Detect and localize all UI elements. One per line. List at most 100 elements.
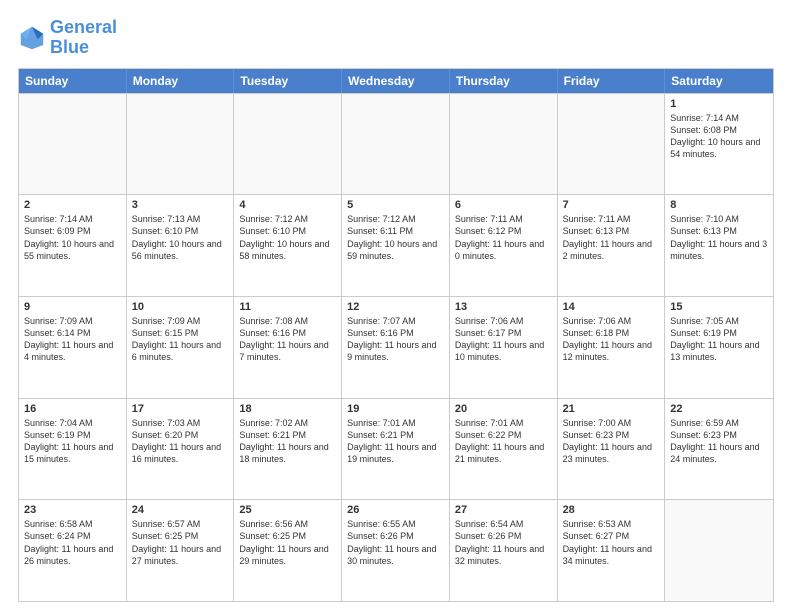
- day-number: 25: [239, 504, 336, 516]
- day-number: 21: [563, 403, 660, 415]
- calendar-cell: 17 Sunrise: 7:03 AMSunset: 6:20 PMDayligh…: [127, 399, 235, 500]
- day-number: 13: [455, 301, 552, 313]
- day-info: Sunrise: 6:53 AMSunset: 6:27 PMDaylight:…: [563, 518, 660, 567]
- calendar-cell: 22 Sunrise: 6:59 AMSunset: 6:23 PMDayligh…: [665, 399, 773, 500]
- day-info: Sunrise: 7:09 AMSunset: 6:14 PMDaylight:…: [24, 315, 121, 364]
- day-number: 28: [563, 504, 660, 516]
- calendar-header: SundayMondayTuesdayWednesdayThursdayFrid…: [19, 69, 773, 93]
- header: GeneralBlue: [18, 18, 774, 58]
- calendar-cell: 18 Sunrise: 7:02 AMSunset: 6:21 PMDayligh…: [234, 399, 342, 500]
- calendar-cell: 11 Sunrise: 7:08 AMSunset: 6:16 PMDayligh…: [234, 297, 342, 398]
- day-number: 15: [670, 301, 768, 313]
- day-number: 24: [132, 504, 229, 516]
- day-info: Sunrise: 7:10 AMSunset: 6:13 PMDaylight:…: [670, 213, 768, 262]
- day-info: Sunrise: 6:57 AMSunset: 6:25 PMDaylight:…: [132, 518, 229, 567]
- day-info: Sunrise: 7:05 AMSunset: 6:19 PMDaylight:…: [670, 315, 768, 364]
- weekday-header-wednesday: Wednesday: [342, 69, 450, 93]
- day-number: 12: [347, 301, 444, 313]
- day-number: 4: [239, 199, 336, 211]
- day-info: Sunrise: 7:03 AMSunset: 6:20 PMDaylight:…: [132, 417, 229, 466]
- day-info: Sunrise: 7:04 AMSunset: 6:19 PMDaylight:…: [24, 417, 121, 466]
- day-number: 6: [455, 199, 552, 211]
- calendar-cell: [127, 94, 235, 195]
- calendar-row-4: 23 Sunrise: 6:58 AMSunset: 6:24 PMDayligh…: [19, 499, 773, 601]
- calendar-cell: 3 Sunrise: 7:13 AMSunset: 6:10 PMDaylight…: [127, 195, 235, 296]
- weekday-header-monday: Monday: [127, 69, 235, 93]
- day-number: 20: [455, 403, 552, 415]
- day-number: 8: [670, 199, 768, 211]
- day-info: Sunrise: 7:01 AMSunset: 6:21 PMDaylight:…: [347, 417, 444, 466]
- day-number: 5: [347, 199, 444, 211]
- day-info: Sunrise: 7:13 AMSunset: 6:10 PMDaylight:…: [132, 213, 229, 262]
- weekday-header-thursday: Thursday: [450, 69, 558, 93]
- day-number: 27: [455, 504, 552, 516]
- calendar-cell: [665, 500, 773, 601]
- day-number: 7: [563, 199, 660, 211]
- calendar-cell: 5Sunrise: 7:12 AMSunset: 6:11 PMDaylight…: [342, 195, 450, 296]
- day-number: 23: [24, 504, 121, 516]
- day-info: Sunrise: 7:14 AMSunset: 6:09 PMDaylight:…: [24, 213, 121, 262]
- day-info: Sunrise: 7:11 AMSunset: 6:12 PMDaylight:…: [455, 213, 552, 262]
- calendar-cell: 14 Sunrise: 7:06 AMSunset: 6:18 PMDayligh…: [558, 297, 666, 398]
- day-info: Sunrise: 6:58 AMSunset: 6:24 PMDaylight:…: [24, 518, 121, 567]
- day-info: Sunrise: 7:14 AMSunset: 6:08 PMDaylight:…: [670, 112, 768, 161]
- day-number: 17: [132, 403, 229, 415]
- calendar-row-0: 1 Sunrise: 7:14 AMSunset: 6:08 PMDaylight…: [19, 93, 773, 195]
- weekday-header-tuesday: Tuesday: [234, 69, 342, 93]
- calendar-cell: 8 Sunrise: 7:10 AMSunset: 6:13 PMDaylight…: [665, 195, 773, 296]
- day-info: Sunrise: 6:55 AMSunset: 6:26 PMDaylight:…: [347, 518, 444, 567]
- calendar-cell: 7 Sunrise: 7:11 AMSunset: 6:13 PMDaylight…: [558, 195, 666, 296]
- logo: GeneralBlue: [18, 18, 117, 58]
- weekday-header-sunday: Sunday: [19, 69, 127, 93]
- calendar-row-3: 16 Sunrise: 7:04 AMSunset: 6:19 PMDayligh…: [19, 398, 773, 500]
- calendar-row-2: 9 Sunrise: 7:09 AMSunset: 6:14 PMDaylight…: [19, 296, 773, 398]
- calendar-row-1: 2 Sunrise: 7:14 AMSunset: 6:09 PMDaylight…: [19, 194, 773, 296]
- day-info: Sunrise: 7:02 AMSunset: 6:21 PMDaylight:…: [239, 417, 336, 466]
- day-number: 11: [239, 301, 336, 313]
- day-info: Sunrise: 6:59 AMSunset: 6:23 PMDaylight:…: [670, 417, 768, 466]
- day-number: 2: [24, 199, 121, 211]
- day-number: 14: [563, 301, 660, 313]
- day-info: Sunrise: 6:56 AMSunset: 6:25 PMDaylight:…: [239, 518, 336, 567]
- day-info: Sunrise: 7:08 AMSunset: 6:16 PMDaylight:…: [239, 315, 336, 364]
- day-info: Sunrise: 7:09 AMSunset: 6:15 PMDaylight:…: [132, 315, 229, 364]
- calendar-cell: 12 Sunrise: 7:07 AMSunset: 6:16 PMDayligh…: [342, 297, 450, 398]
- day-info: Sunrise: 7:11 AMSunset: 6:13 PMDaylight:…: [563, 213, 660, 262]
- day-number: 9: [24, 301, 121, 313]
- calendar-cell: 16 Sunrise: 7:04 AMSunset: 6:19 PMDayligh…: [19, 399, 127, 500]
- calendar-cell: 21Sunrise: 7:00 AMSunset: 6:23 PMDayligh…: [558, 399, 666, 500]
- calendar-cell: 9 Sunrise: 7:09 AMSunset: 6:14 PMDaylight…: [19, 297, 127, 398]
- day-info: Sunrise: 6:54 AMSunset: 6:26 PMDaylight:…: [455, 518, 552, 567]
- calendar-cell: 24 Sunrise: 6:57 AMSunset: 6:25 PMDayligh…: [127, 500, 235, 601]
- day-number: 18: [239, 403, 336, 415]
- calendar-cell: [234, 94, 342, 195]
- calendar-cell: 20 Sunrise: 7:01 AMSunset: 6:22 PMDayligh…: [450, 399, 558, 500]
- weekday-header-friday: Friday: [558, 69, 666, 93]
- day-number: 26: [347, 504, 444, 516]
- logo-text: GeneralBlue: [50, 18, 117, 58]
- calendar-cell: 28 Sunrise: 6:53 AMSunset: 6:27 PMDayligh…: [558, 500, 666, 601]
- calendar-cell: 4Sunrise: 7:12 AMSunset: 6:10 PMDaylight…: [234, 195, 342, 296]
- calendar-cell: 26 Sunrise: 6:55 AMSunset: 6:26 PMDayligh…: [342, 500, 450, 601]
- day-number: 22: [670, 403, 768, 415]
- day-number: 19: [347, 403, 444, 415]
- calendar-cell: 13Sunrise: 7:06 AMSunset: 6:17 PMDayligh…: [450, 297, 558, 398]
- day-info: Sunrise: 7:01 AMSunset: 6:22 PMDaylight:…: [455, 417, 552, 466]
- calendar-cell: 2 Sunrise: 7:14 AMSunset: 6:09 PMDaylight…: [19, 195, 127, 296]
- day-info: Sunrise: 7:07 AMSunset: 6:16 PMDaylight:…: [347, 315, 444, 364]
- day-number: 16: [24, 403, 121, 415]
- day-info: Sunrise: 7:06 AMSunset: 6:18 PMDaylight:…: [563, 315, 660, 364]
- day-number: 1: [670, 98, 768, 110]
- calendar-cell: [450, 94, 558, 195]
- calendar-cell: 10Sunrise: 7:09 AMSunset: 6:15 PMDayligh…: [127, 297, 235, 398]
- calendar-cell: 27 Sunrise: 6:54 AMSunset: 6:26 PMDayligh…: [450, 500, 558, 601]
- calendar-cell: 25 Sunrise: 6:56 AMSunset: 6:25 PMDayligh…: [234, 500, 342, 601]
- calendar-cell: 23 Sunrise: 6:58 AMSunset: 6:24 PMDayligh…: [19, 500, 127, 601]
- calendar-cell: [19, 94, 127, 195]
- calendar-cell: [342, 94, 450, 195]
- calendar-cell: [558, 94, 666, 195]
- calendar-cell: 1 Sunrise: 7:14 AMSunset: 6:08 PMDaylight…: [665, 94, 773, 195]
- calendar-body: 1 Sunrise: 7:14 AMSunset: 6:08 PMDaylight…: [19, 93, 773, 601]
- calendar-cell: 15 Sunrise: 7:05 AMSunset: 6:19 PMDayligh…: [665, 297, 773, 398]
- day-number: 3: [132, 199, 229, 211]
